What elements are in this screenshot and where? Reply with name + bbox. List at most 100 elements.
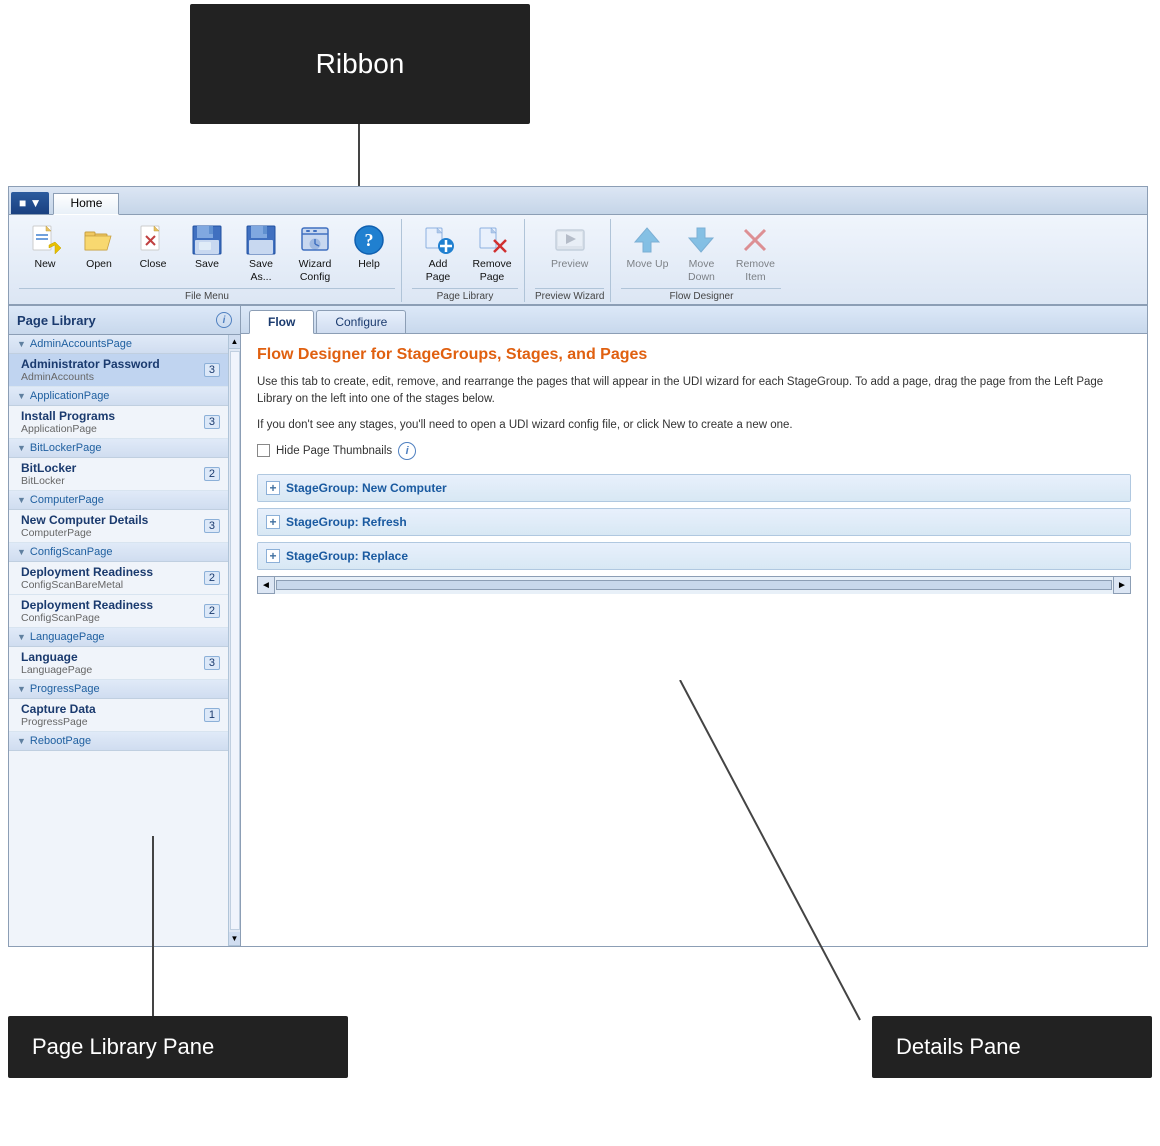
page-library-buttons: Add Page Remove Page bbox=[412, 219, 518, 286]
wizard-config-button-label: Wizard Config bbox=[292, 258, 338, 283]
sidebar: Page Library i ▼ AdminAccountsPage Admin… bbox=[9, 306, 241, 946]
hide-thumbnails-info-icon[interactable]: i bbox=[398, 442, 416, 460]
flow-designer-buttons: Move Up Move Down bbox=[621, 219, 781, 286]
sidebar-item-deploymentreadiness1[interactable]: Deployment Readiness ConfigScanBareMetal… bbox=[9, 562, 228, 595]
save-as-button-label: Save As... bbox=[238, 258, 284, 283]
tab-home[interactable]: Home bbox=[53, 193, 119, 215]
stage-expand-refresh[interactable]: + bbox=[266, 515, 280, 529]
wizard-config-button[interactable]: Wizard Config bbox=[289, 219, 341, 286]
category-arrow: ▼ bbox=[17, 495, 26, 505]
remove-item-button[interactable]: Remove Item bbox=[729, 219, 781, 286]
category-label: ProgressPage bbox=[30, 683, 100, 695]
sidebar-category-applicationpage[interactable]: ▼ ApplicationPage bbox=[9, 387, 228, 406]
save-as-icon bbox=[245, 224, 277, 256]
save-button[interactable]: Save bbox=[181, 219, 233, 275]
sidebar-category-configscanpage[interactable]: ▼ ConfigScanPage bbox=[9, 543, 228, 562]
sidebar-category-adminaccounts[interactable]: ▼ AdminAccountsPage bbox=[9, 335, 228, 354]
sidebar-category-bitlockerpage[interactable]: ▼ BitLockerPage bbox=[9, 439, 228, 458]
move-up-button[interactable]: Move Up bbox=[621, 219, 673, 275]
file-menu-buttons: New Open bbox=[19, 219, 395, 286]
details-tabs: Flow Configure bbox=[241, 306, 1147, 334]
sidebar-item-badge: 3 bbox=[204, 415, 220, 429]
sidebar-item-adminpassword[interactable]: Administrator Password AdminAccounts 3 bbox=[9, 354, 228, 387]
sidebar-item-name: New Computer Details bbox=[21, 513, 204, 527]
hscroll-track[interactable] bbox=[276, 580, 1112, 590]
scroll-track[interactable] bbox=[230, 351, 240, 930]
remove-page-button[interactable]: Remove Page bbox=[466, 219, 518, 286]
sidebar-item-capturedata[interactable]: Capture Data ProgressPage 1 bbox=[9, 699, 228, 732]
details-body: Flow Designer for StageGroups, Stages, a… bbox=[241, 334, 1147, 946]
category-label: BitLockerPage bbox=[30, 442, 102, 454]
hide-thumbnails-label: Hide Page Thumbnails bbox=[276, 445, 392, 457]
hide-thumbnails-checkbox[interactable] bbox=[257, 444, 270, 457]
flow-designer-group-label: Flow Designer bbox=[621, 288, 781, 302]
sidebar-item-badge: 2 bbox=[204, 604, 220, 618]
move-down-button-label: Move Down bbox=[678, 258, 724, 283]
category-arrow: ▼ bbox=[17, 339, 26, 349]
stage-group-header-newcomputer[interactable]: + StageGroup: New Computer bbox=[258, 475, 1130, 501]
page-library-group-label: Page Library bbox=[412, 288, 518, 302]
scroll-down-arrow[interactable]: ▼ bbox=[229, 932, 241, 946]
hscroll-right-arrow[interactable]: ► bbox=[1113, 576, 1131, 594]
close-button[interactable]: Close bbox=[127, 219, 179, 275]
sidebar-category-progresspage[interactable]: ▼ ProgressPage bbox=[9, 680, 228, 699]
ribbon-label-box: Ribbon bbox=[190, 4, 530, 124]
sidebar-item-sub: ConfigScanBareMetal bbox=[21, 579, 204, 591]
preview-button-label: Preview bbox=[551, 258, 588, 271]
app-menu-icon: ■ ▼ bbox=[19, 196, 41, 210]
sidebar-item-name: Deployment Readiness bbox=[21, 565, 204, 579]
details-pane-label: Details Pane bbox=[872, 1016, 1152, 1078]
add-page-button[interactable]: Add Page bbox=[412, 219, 464, 286]
connector-left-line bbox=[152, 836, 154, 1018]
new-button[interactable]: New bbox=[19, 219, 71, 275]
stage-expand-replace[interactable]: + bbox=[266, 549, 280, 563]
preview-button[interactable]: Preview bbox=[544, 219, 596, 275]
move-down-button[interactable]: Move Down bbox=[675, 219, 727, 286]
sidebar-item-text: Language LanguagePage bbox=[21, 650, 204, 676]
file-menu-group-label: File Menu bbox=[19, 288, 395, 302]
details-pane: Flow Configure Flow Designer for StageGr… bbox=[241, 306, 1147, 946]
sidebar-item-bitlocker[interactable]: BitLocker BitLocker 2 bbox=[9, 458, 228, 491]
sidebar-item-sub: ConfigScanPage bbox=[21, 612, 204, 624]
sidebar-item-text: New Computer Details ComputerPage bbox=[21, 513, 204, 539]
category-arrow: ▼ bbox=[17, 547, 26, 557]
save-as-button[interactable]: Save As... bbox=[235, 219, 287, 286]
sidebar-item-newcomputerdetails[interactable]: New Computer Details ComputerPage 3 bbox=[9, 510, 228, 543]
new-icon bbox=[29, 224, 61, 256]
preview-wizard-group: Preview Preview Wizard bbox=[529, 219, 611, 302]
page-library-pane-label: Page Library Pane bbox=[8, 1016, 348, 1078]
remove-page-button-label: Remove Page bbox=[469, 258, 515, 283]
tab-flow[interactable]: Flow bbox=[249, 310, 314, 334]
tab-configure[interactable]: Configure bbox=[316, 310, 406, 333]
wizard-config-icon bbox=[299, 224, 331, 256]
sidebar-info-icon[interactable]: i bbox=[216, 312, 232, 328]
stage-expand-newcomputer[interactable]: + bbox=[266, 481, 280, 495]
sidebar-category-languagepage[interactable]: ▼ LanguagePage bbox=[9, 628, 228, 647]
preview-wizard-group-label: Preview Wizard bbox=[535, 288, 604, 302]
sidebar-category-rebootpage[interactable]: ▼ RebootPage bbox=[9, 732, 228, 751]
sidebar-item-deploymentreadiness2[interactable]: Deployment Readiness ConfigScanPage 2 bbox=[9, 595, 228, 628]
scroll-up-arrow[interactable]: ▲ bbox=[229, 335, 241, 349]
details-pane-text: Details Pane bbox=[896, 1034, 1021, 1059]
sidebar-item-installprograms[interactable]: Install Programs ApplicationPage 3 bbox=[9, 406, 228, 439]
hscroll-left-arrow[interactable]: ◄ bbox=[257, 576, 275, 594]
ribbon-label-text: Ribbon bbox=[316, 48, 405, 80]
stage-group-replace: + StageGroup: Replace bbox=[257, 542, 1131, 570]
open-button[interactable]: Open bbox=[73, 219, 125, 275]
category-arrow: ▼ bbox=[17, 632, 26, 642]
bottom-annotations: Page Library Pane Details Pane bbox=[0, 1016, 1160, 1078]
category-arrow: ▼ bbox=[17, 684, 26, 694]
sidebar-item-language[interactable]: Language LanguagePage 3 bbox=[9, 647, 228, 680]
sidebar-item-badge: 3 bbox=[204, 363, 220, 377]
help-button[interactable]: ? Help bbox=[343, 219, 395, 275]
sidebar-item-sub: ComputerPage bbox=[21, 527, 204, 539]
sidebar-item-name: Administrator Password bbox=[21, 357, 204, 371]
category-label: RebootPage bbox=[30, 735, 91, 747]
stage-group-header-replace[interactable]: + StageGroup: Replace bbox=[258, 543, 1130, 569]
app-menu-button[interactable]: ■ ▼ bbox=[11, 192, 49, 214]
sidebar-category-computerpage[interactable]: ▼ ComputerPage bbox=[9, 491, 228, 510]
flow-designer-group: Move Up Move Down bbox=[615, 219, 787, 302]
category-arrow: ▼ bbox=[17, 391, 26, 401]
category-label: ApplicationPage bbox=[30, 390, 110, 402]
stage-group-header-refresh[interactable]: + StageGroup: Refresh bbox=[258, 509, 1130, 535]
